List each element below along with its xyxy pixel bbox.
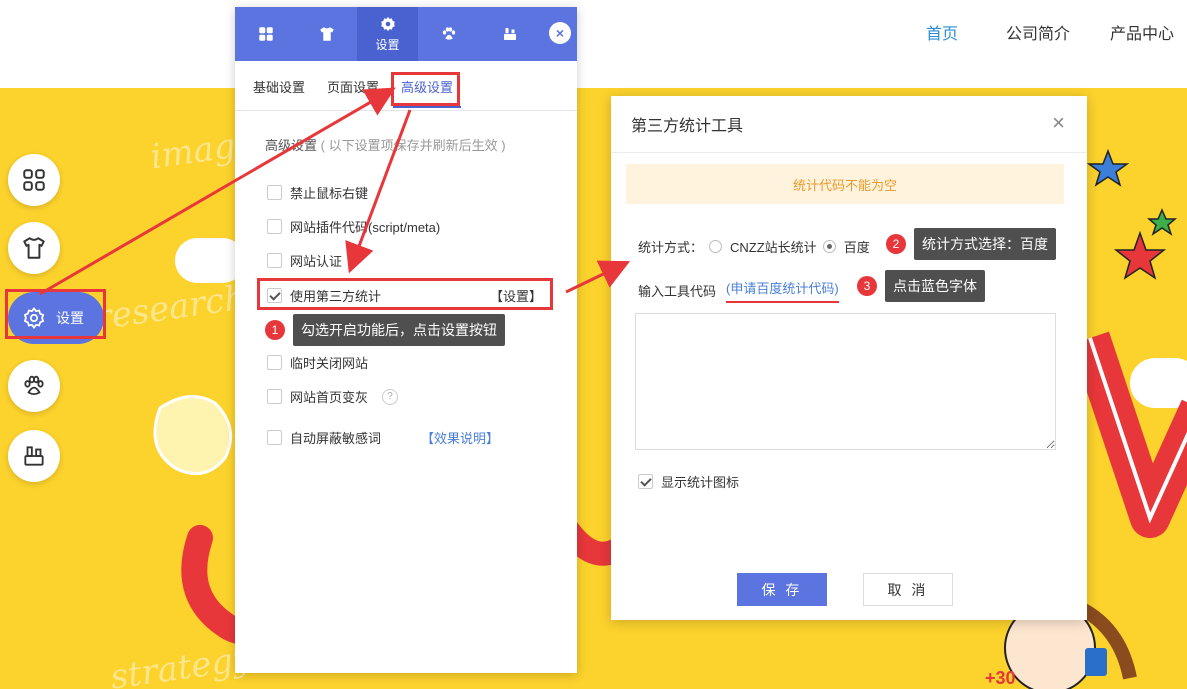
highlight-frame bbox=[391, 72, 460, 106]
option-label: 临时关闭网站 bbox=[290, 356, 369, 371]
radio-cnzz[interactable] bbox=[709, 240, 723, 253]
save-button[interactable]: 保 存 bbox=[737, 573, 827, 606]
cancel-button[interactable]: 取 消 bbox=[863, 573, 953, 606]
sidebar-grid-button[interactable] bbox=[8, 154, 60, 206]
nav-item-products[interactable]: 产品中心 bbox=[1110, 20, 1174, 44]
nav-item-about[interactable]: 公司简介 bbox=[1006, 20, 1070, 44]
checkbox[interactable] bbox=[267, 185, 282, 200]
checkbox[interactable] bbox=[267, 219, 282, 234]
paw-icon bbox=[24, 375, 44, 396]
option-site-verify[interactable]: 网站认证 bbox=[267, 251, 342, 270]
checkbox[interactable] bbox=[638, 474, 653, 489]
option-label: 自动屏蔽敏感词 bbox=[290, 431, 382, 446]
divider bbox=[611, 152, 1087, 153]
tooltip-step-1: 勾选开启功能后，点击设置按钮 bbox=[293, 314, 505, 346]
option-label: 网站插件代码(script/meta) bbox=[290, 220, 441, 235]
warning-message: 统计代码不能为空 bbox=[626, 164, 1064, 204]
subtab-basic[interactable]: 基础设置 bbox=[253, 77, 305, 96]
highlight-frame bbox=[5, 289, 106, 339]
tshirt-icon bbox=[319, 27, 334, 41]
option-disable-right-click[interactable]: 禁止鼠标右键 bbox=[267, 183, 368, 202]
panel-close-button[interactable]: × bbox=[549, 22, 571, 44]
option-grey-homepage[interactable]: 网站首页变灰 ? bbox=[267, 387, 399, 406]
toolbox-icon bbox=[503, 28, 516, 40]
subtab-active-indicator bbox=[393, 106, 461, 108]
watermark-logo bbox=[1085, 648, 1107, 676]
option-close-site[interactable]: 临时关闭网站 bbox=[267, 353, 368, 372]
tab-settings-label: 设置 bbox=[375, 38, 400, 52]
grid-icon bbox=[23, 169, 45, 191]
radio-baidu-label[interactable]: 百度 bbox=[844, 237, 870, 256]
option-label: 禁止鼠标右键 bbox=[290, 186, 369, 201]
step-badge-2: 2 bbox=[886, 234, 906, 254]
tab-pet[interactable] bbox=[418, 7, 479, 61]
sidebar-tools-button[interactable] bbox=[8, 430, 60, 482]
section-hint: ( 以下设置项保存并刷新后生效 ) bbox=[320, 138, 506, 153]
stats-method-label: 统计方式： bbox=[638, 240, 704, 255]
help-icon[interactable]: ? bbox=[382, 388, 399, 405]
stats-method-row: 统计方式： CNZZ站长统计 百度 bbox=[638, 237, 870, 256]
stats-code-textarea[interactable] bbox=[635, 313, 1056, 450]
paw-icon bbox=[442, 27, 455, 40]
gear-icon bbox=[380, 16, 395, 32]
grid-icon bbox=[258, 27, 273, 41]
top-nav: 首页 公司简介 产品中心 bbox=[0, 0, 1187, 88]
radio-cnzz-label[interactable]: CNZZ站长统计 bbox=[730, 237, 817, 256]
effect-explain-link[interactable]: 【效果说明】 bbox=[421, 428, 499, 447]
nav-item-home[interactable]: 首页 bbox=[926, 20, 958, 44]
section-title: 高级设置 ( 以下设置项保存并刷新后生效 ) bbox=[265, 135, 506, 154]
tshirt-icon bbox=[23, 237, 45, 259]
code-input-row: 输入工具代码 (申请百度统计代码) bbox=[638, 278, 839, 303]
tooltip-step-3: 点击蓝色字体 bbox=[885, 270, 985, 302]
checkbox[interactable] bbox=[267, 430, 282, 445]
subtab-page[interactable]: 页面设置 bbox=[327, 77, 379, 96]
option-plugin-code[interactable]: 网站插件代码(script/meta) bbox=[267, 217, 440, 236]
highlight-frame bbox=[257, 278, 553, 310]
tab-tools[interactable] bbox=[479, 7, 540, 61]
option-filter-sensitive[interactable]: 自动屏蔽敏感词 【效果说明】 bbox=[267, 428, 499, 447]
show-icon-option[interactable]: 显示统计图标 bbox=[638, 472, 739, 491]
tab-modules[interactable] bbox=[235, 7, 296, 61]
tab-theme[interactable] bbox=[296, 7, 357, 61]
tab-settings[interactable]: 设置 bbox=[357, 7, 418, 61]
step-badge-1: 1 bbox=[265, 320, 285, 340]
dialog-close-icon[interactable]: × bbox=[1052, 110, 1065, 136]
option-label: 网站首页变灰 bbox=[290, 390, 369, 405]
toolbox-icon bbox=[24, 446, 44, 466]
code-input-label: 输入工具代码 bbox=[638, 284, 717, 299]
apply-baidu-code-link[interactable]: (申请百度统计代码) bbox=[726, 278, 839, 303]
radio-baidu[interactable] bbox=[822, 240, 836, 253]
checkbox[interactable] bbox=[267, 253, 282, 268]
sidebar-theme-button[interactable] bbox=[8, 222, 60, 274]
stats-dialog: 第三方统计工具 × 统计代码不能为空 统计方式： CNZZ站长统计 百度 输入工… bbox=[611, 96, 1087, 620]
section-title-text: 高级设置 bbox=[265, 138, 318, 153]
checkbox[interactable] bbox=[267, 389, 282, 404]
option-label: 网站认证 bbox=[290, 254, 343, 269]
panel-tab-bar: 设置 × bbox=[235, 7, 577, 61]
dialog-title: 第三方统计工具 bbox=[631, 118, 744, 135]
sidebar-pet-button[interactable] bbox=[8, 360, 60, 412]
step-badge-3: 3 bbox=[857, 276, 877, 296]
svg-text:+30: +30 bbox=[985, 668, 1016, 688]
show-icon-label: 显示统计图标 bbox=[661, 475, 740, 490]
tooltip-step-2: 统计方式选择：百度 bbox=[914, 228, 1056, 260]
checkbox[interactable] bbox=[267, 355, 282, 370]
